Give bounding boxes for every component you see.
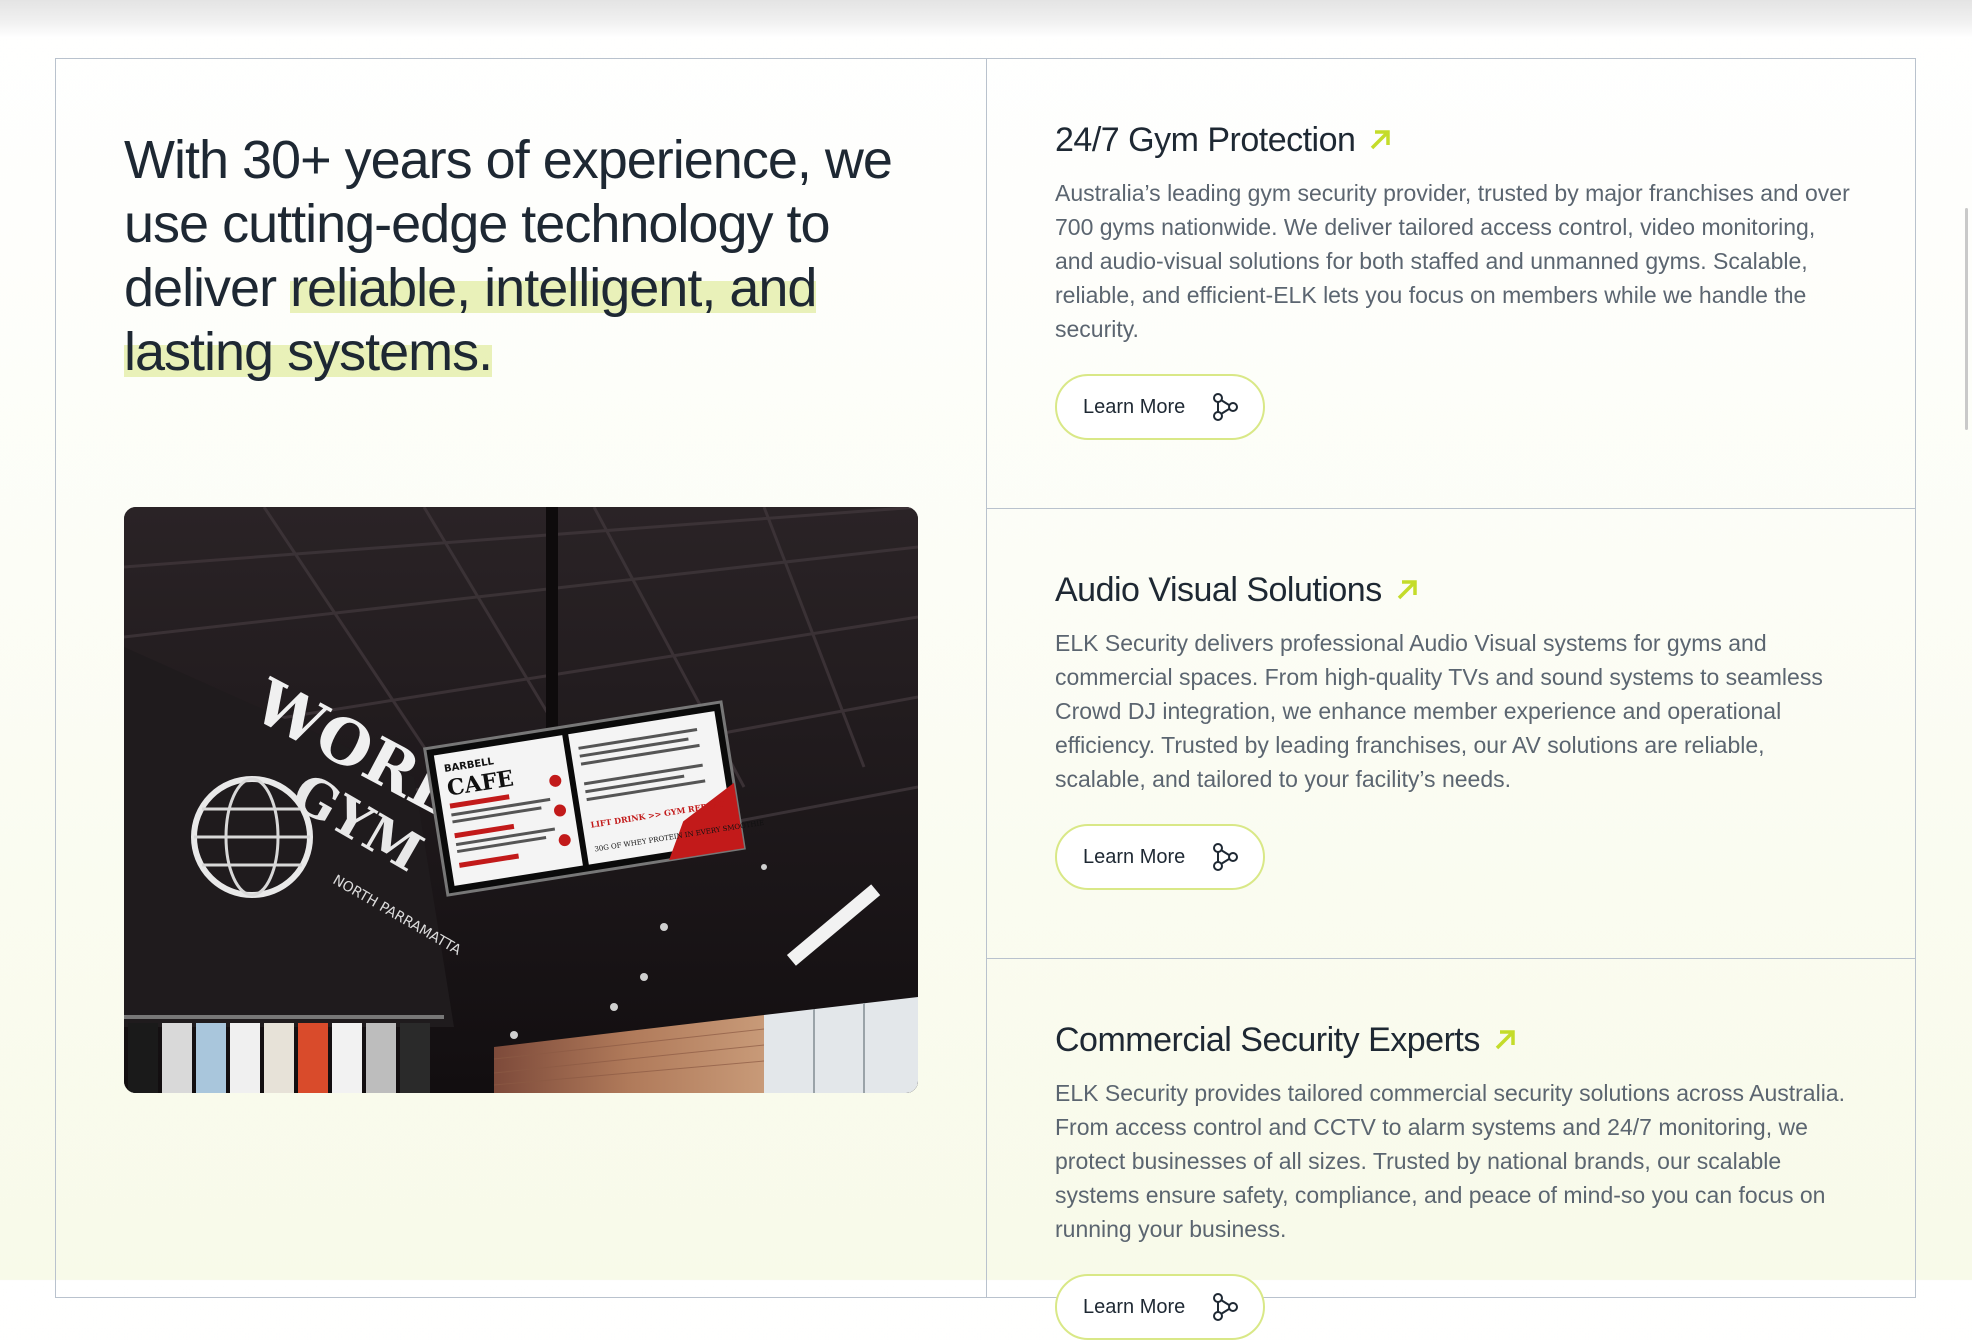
service-title-text: Audio Visual Solutions xyxy=(1055,571,1382,609)
learn-more-label: Learn More xyxy=(1083,1295,1186,1318)
learn-more-button[interactable]: Learn More xyxy=(1055,374,1265,440)
service-title: Audio Visual Solutions xyxy=(1055,568,1855,612)
share-nodes-icon xyxy=(1213,1293,1239,1321)
arrow-up-right-icon xyxy=(1397,580,1417,600)
service-description: ELK Security provides tailored commercia… xyxy=(1055,1080,1845,1242)
service-card-audio-visual: Audio Visual Solutions ELK Security deli… xyxy=(1055,568,1855,890)
column-divider xyxy=(986,58,987,1298)
service-title: Commercial Security Experts xyxy=(1055,1018,1855,1062)
share-nodes-icon xyxy=(1213,393,1239,421)
service-title-text: 24/7 Gym Protection xyxy=(1055,121,1356,159)
service-card-commercial-security: Commercial Security Experts ELK Security… xyxy=(1055,1018,1855,1340)
learn-more-button[interactable]: Learn More xyxy=(1055,824,1265,890)
share-nodes-icon xyxy=(1213,843,1239,871)
arrow-up-right-icon xyxy=(1495,1030,1515,1050)
learn-more-label: Learn More xyxy=(1083,395,1186,418)
service-description: Australia’s leading gym security provide… xyxy=(1055,180,1850,342)
intro-headline: With 30+ years of experience, we use cut… xyxy=(124,128,944,384)
gym-photo: WORLD GYM NORTH PARRAMATTA BARBELL CAFE xyxy=(124,507,918,1093)
row-divider-1 xyxy=(986,508,1916,509)
learn-more-label: Learn More xyxy=(1083,845,1186,868)
row-divider-2 xyxy=(986,958,1916,959)
service-description: ELK Security delivers professional Audio… xyxy=(1055,630,1823,792)
scrollbar-thumb[interactable] xyxy=(1965,208,1968,430)
service-title: 24/7 Gym Protection xyxy=(1055,118,1855,162)
service-card-gym-protection: 24/7 Gym Protection Australia’s leading … xyxy=(1055,118,1855,440)
learn-more-button[interactable]: Learn More xyxy=(1055,1274,1265,1340)
top-shadow-bar xyxy=(0,0,1972,38)
service-title-text: Commercial Security Experts xyxy=(1055,1021,1480,1059)
arrow-up-right-icon xyxy=(1371,130,1391,150)
